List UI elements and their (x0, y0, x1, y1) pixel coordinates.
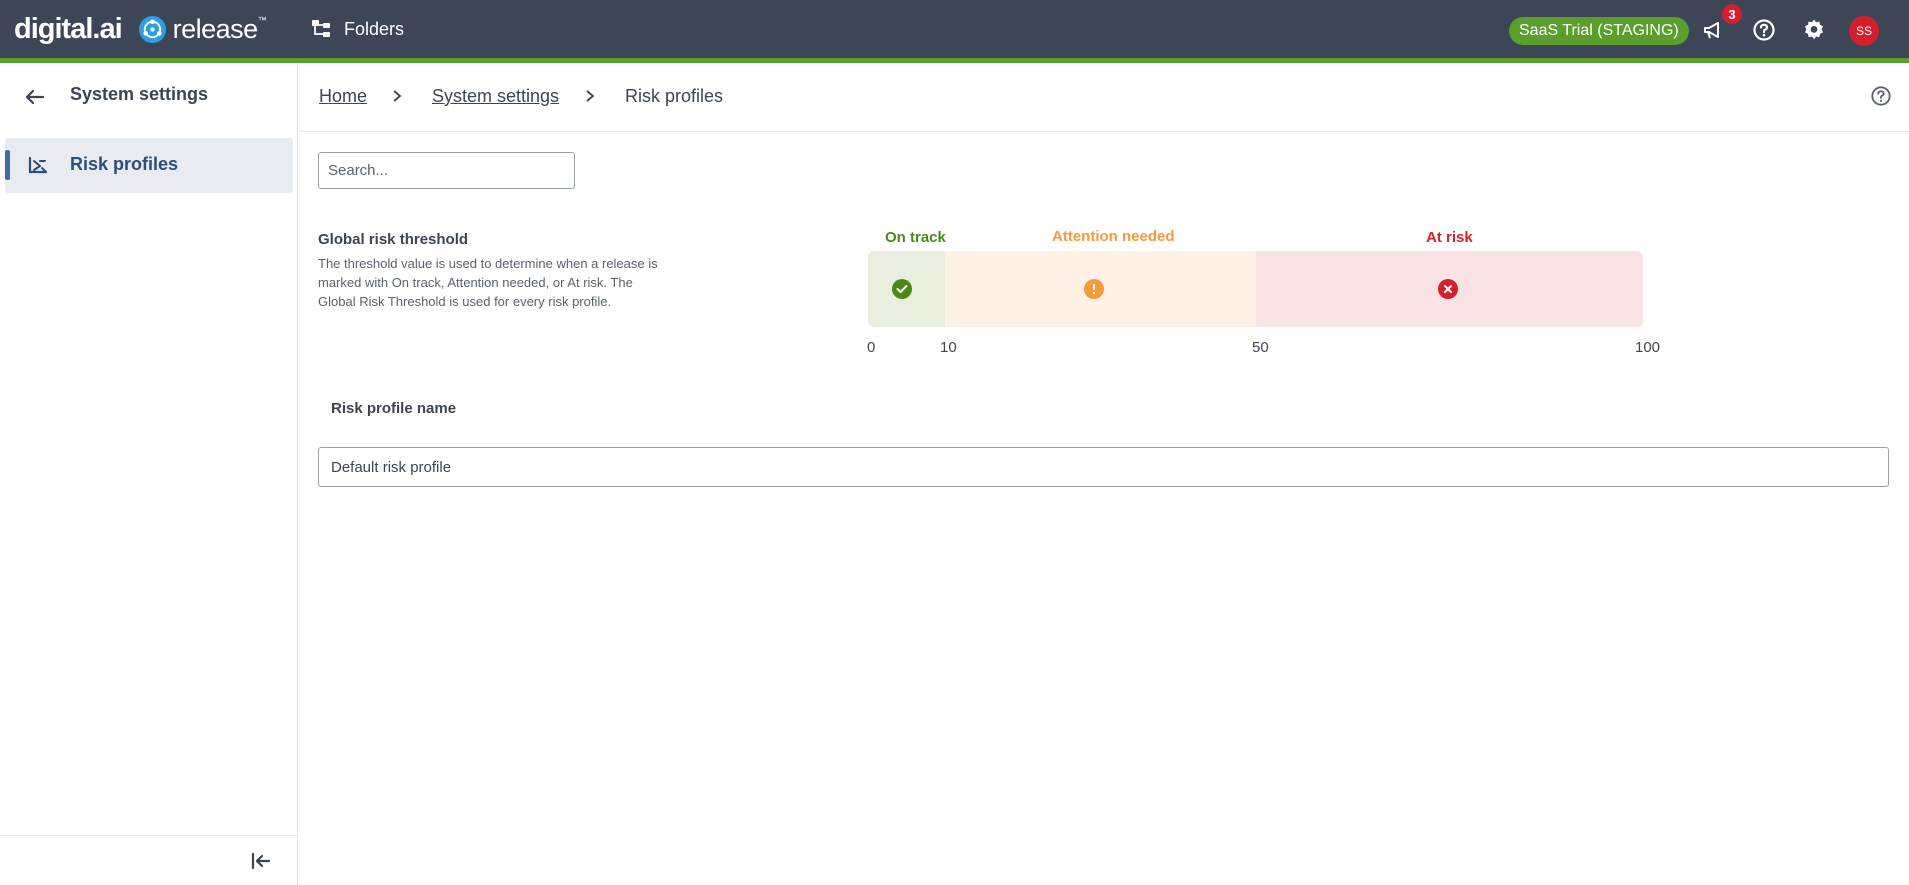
table-row[interactable]: Default risk profile (318, 447, 1889, 487)
risk-profile-name: Default risk profile (331, 459, 452, 476)
x-circle-icon (1438, 279, 1458, 299)
attention-needed-label: Attention needed (1052, 228, 1175, 245)
threshold-description: The threshold value is used to determine… (318, 256, 658, 309)
main-content: Home System settings Risk profiles Globa… (299, 63, 1909, 885)
threshold-tick-50: 50 (1252, 339, 1269, 356)
breadcrumb-system-settings[interactable]: System settings (432, 86, 559, 107)
collapse-left-icon (251, 852, 271, 870)
sidebar: System settings Risk profiles (0, 63, 298, 885)
attention-needed-segment[interactable] (945, 251, 1256, 327)
threshold-tick-0: 0 (867, 339, 876, 356)
trademark-symbol: ™ (257, 15, 267, 25)
notification-count-badge: 3 (1722, 4, 1742, 24)
exclamation-circle-icon (1084, 279, 1104, 299)
digital-ai-logo-text: digital.ai (14, 12, 123, 45)
chevron-right-icon (581, 87, 599, 105)
breadcrumb-current: Risk profiles (625, 86, 724, 106)
risk-profiles-icon (26, 154, 50, 176)
settings-button[interactable] (1801, 17, 1827, 43)
help-icon (1753, 19, 1775, 41)
page-help-button[interactable] (1869, 84, 1893, 108)
breadcrumb: Home System settings Risk profiles (299, 63, 1909, 132)
gear-icon (1805, 19, 1823, 40)
threshold-title: Global risk threshold (318, 231, 469, 248)
threshold-tick-100: 100 (1635, 339, 1661, 356)
sidebar-item-risk-profiles[interactable]: Risk profiles (5, 138, 293, 193)
release-logo-icon (138, 15, 166, 43)
on-track-segment[interactable] (868, 251, 945, 327)
megaphone-icon (1704, 22, 1719, 39)
folders-nav-button[interactable]: Folders (310, 16, 404, 42)
at-risk-segment[interactable] (1256, 251, 1643, 327)
check-circle-icon (892, 279, 912, 299)
release-logo-text: release (172, 13, 259, 44)
sidebar-item-label: Risk profiles (70, 154, 179, 174)
breadcrumb-home[interactable]: Home (319, 86, 367, 107)
sidebar-footer-divider (0, 835, 297, 836)
folders-label: Folders (344, 18, 405, 39)
help-button[interactable] (1751, 17, 1777, 43)
active-indicator (5, 150, 10, 180)
chevron-right-icon (388, 87, 406, 105)
collapse-sidebar-button[interactable] (249, 849, 273, 873)
sidebar-header: System settings (0, 63, 297, 129)
sidebar-title: System settings (70, 84, 209, 104)
at-risk-label: At risk (1426, 229, 1473, 246)
top-navigation-bar: digital.ai release ™ Folders SaaS Trial … (0, 0, 1909, 58)
announcements-button[interactable] (1700, 17, 1726, 43)
on-track-label: On track (885, 229, 946, 246)
risk-profile-name-column-header: Risk profile name (331, 400, 457, 417)
trial-status-badge[interactable]: SaaS Trial (STAGING) (1509, 17, 1689, 45)
user-avatar[interactable]: SS (1849, 16, 1879, 46)
help-icon (1871, 86, 1891, 106)
brand-logo[interactable]: digital.ai release ™ (14, 13, 267, 45)
threshold-tick-10: 10 (940, 339, 957, 356)
search-input[interactable] (318, 152, 575, 189)
arrow-left-icon (25, 89, 45, 105)
folders-icon (312, 20, 330, 37)
back-button[interactable] (22, 84, 48, 110)
